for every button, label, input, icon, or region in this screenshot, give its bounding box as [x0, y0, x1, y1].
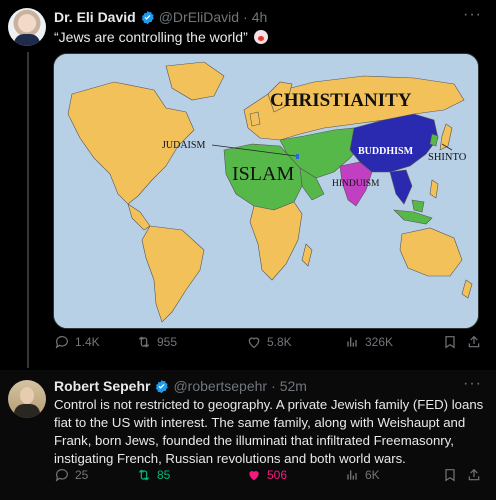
- like-button[interactable]: 506: [246, 467, 287, 483]
- clown-emoji-icon: [251, 30, 270, 44]
- verified-badge-icon: [140, 10, 155, 25]
- map-label-buddhism: BUDDHISM: [358, 146, 414, 157]
- verified-badge-icon: [154, 379, 169, 394]
- more-icon[interactable]: ···: [463, 6, 482, 24]
- reply-count: 25: [75, 468, 89, 482]
- repost-icon: [138, 469, 150, 481]
- share-button[interactable]: [466, 334, 482, 350]
- separator-dot: ·: [271, 378, 276, 394]
- reply-icon: [55, 336, 68, 349]
- avatar[interactable]: [8, 8, 46, 46]
- author-handle[interactable]: @DrEliDavid: [159, 9, 239, 25]
- like-button[interactable]: 5.8K: [246, 334, 292, 350]
- map-label-hinduism: HINDUISM: [332, 179, 380, 189]
- bookmark-icon: [445, 469, 455, 482]
- repost-button[interactable]: 85: [136, 467, 170, 483]
- share-button[interactable]: [466, 467, 482, 483]
- repost-icon: [138, 336, 150, 348]
- views-count: 326K: [365, 335, 394, 349]
- share-icon: [468, 468, 480, 481]
- like-count: 5.8K: [267, 335, 292, 349]
- like-icon: [248, 337, 260, 349]
- tweet-header: Dr. Eli David @DrEliDavid · 4h: [54, 9, 267, 25]
- repost-count: 85: [157, 468, 171, 482]
- views-icon: [347, 470, 357, 480]
- tweet-original[interactable]: Dr. Eli David @DrEliDavid · 4h ··· “Jews…: [0, 0, 496, 368]
- avatar[interactable]: [8, 380, 46, 418]
- more-icon[interactable]: ···: [463, 375, 482, 393]
- views-count: 6K: [365, 468, 380, 482]
- reply-count: 1.4K: [75, 335, 100, 349]
- like-count: 506: [267, 468, 288, 482]
- timestamp[interactable]: 4h: [252, 9, 268, 25]
- separator-dot: ·: [243, 9, 248, 25]
- repost-count: 955: [157, 335, 178, 349]
- tweet-reply[interactable]: Robert Sepehr @robertsepehr · 52m ··· Co…: [0, 370, 496, 500]
- world-religions-map[interactable]: CHRISTIANITY JUDAISM ISLAM BUDDHISM SHIN…: [53, 53, 479, 329]
- reply-button[interactable]: 1.4K: [54, 334, 100, 350]
- bookmark-button[interactable]: [442, 334, 458, 350]
- tweet-text-content: “Jews are controlling the world”: [54, 29, 248, 45]
- reply-button[interactable]: 25: [54, 467, 88, 483]
- views-button[interactable]: 326K: [344, 334, 393, 350]
- author-name[interactable]: Robert Sepehr: [54, 378, 150, 394]
- tweet-header: Robert Sepehr @robertsepehr · 52m: [54, 378, 307, 394]
- views-button[interactable]: 6K: [344, 467, 380, 483]
- bookmark-button[interactable]: [442, 467, 458, 483]
- author-handle[interactable]: @robertsepehr: [173, 378, 267, 394]
- tweet-text: Control is not restricted to geography. …: [54, 397, 484, 466]
- share-icon: [468, 335, 480, 348]
- author-name[interactable]: Dr. Eli David: [54, 9, 136, 25]
- bookmark-icon: [445, 336, 455, 349]
- repost-button[interactable]: 955: [136, 334, 177, 350]
- reply-icon: [55, 469, 68, 482]
- map-label-islam: ISLAM: [232, 163, 294, 185]
- thread-line: [27, 52, 29, 368]
- tweet-text: “Jews are controlling the world”: [54, 29, 270, 45]
- views-icon: [347, 337, 357, 347]
- map-label-shinto: SHINTO: [428, 152, 467, 163]
- map-label-judaism: JUDAISM: [162, 140, 205, 151]
- timestamp[interactable]: 52m: [280, 378, 307, 394]
- like-icon: [249, 471, 259, 481]
- map-label-christianity: CHRISTIANITY: [270, 90, 412, 111]
